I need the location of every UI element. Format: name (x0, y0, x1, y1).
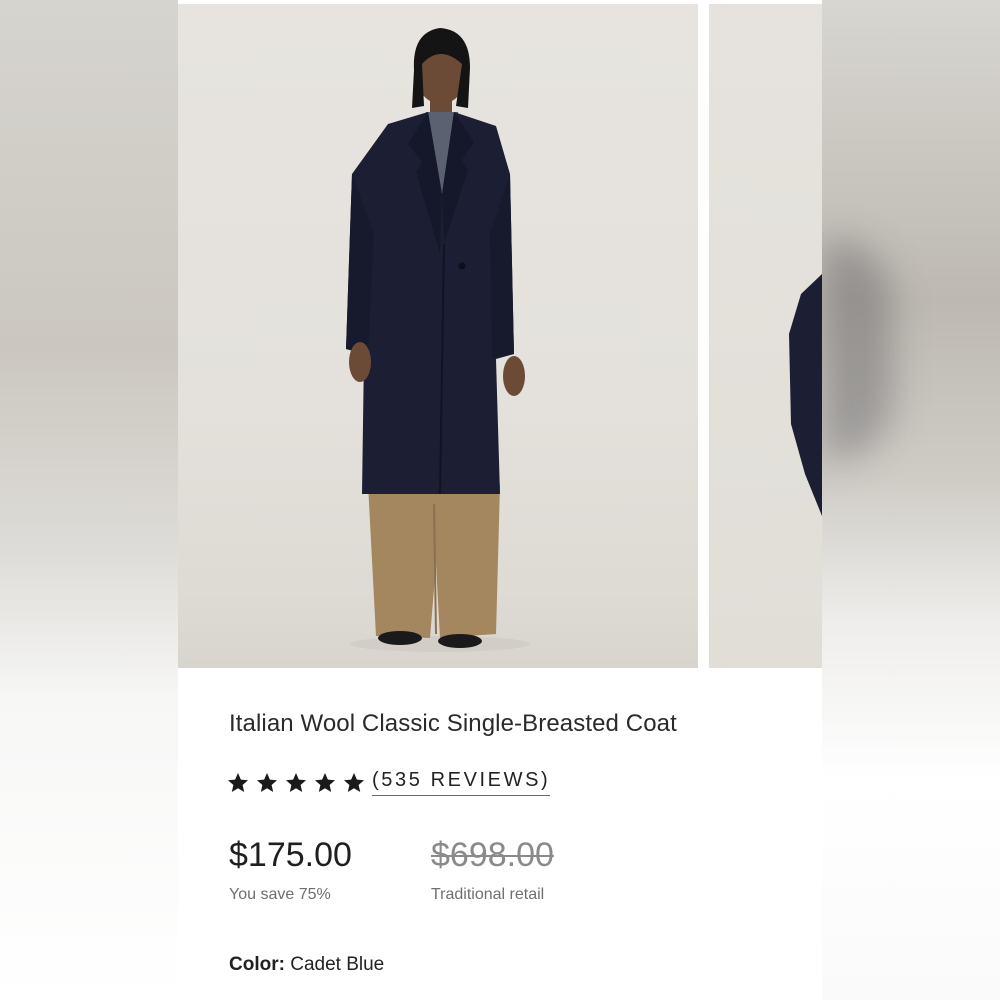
savings-text: You save 75% (229, 886, 331, 903)
blurred-background-left (0, 0, 178, 1000)
star-icon (286, 772, 306, 792)
star-rating (226, 771, 366, 795)
retail-label: Traditional retail (431, 886, 545, 903)
product-details: Italian Wool Classic Single-Breasted Coa… (178, 668, 822, 1000)
color-selection: Color: Cadet Blue (229, 954, 384, 976)
star-icon (228, 772, 248, 792)
product-image-carousel[interactable] (178, 0, 822, 668)
retail-price-block: $698.00 Traditional retail (431, 838, 554, 904)
coat-detail-image (789, 274, 822, 516)
rating-row: (535 REVIEWS) (226, 769, 551, 796)
retail-price: $698.00 (431, 836, 554, 874)
color-value: Cadet Blue (290, 954, 385, 975)
reviews-link[interactable]: (535 REVIEWS) (372, 769, 551, 796)
product-image-next[interactable] (709, 4, 822, 668)
product-page: Italian Wool Classic Single-Breasted Coa… (178, 0, 822, 1000)
color-label: Color: (229, 954, 285, 975)
star-icon (315, 772, 335, 792)
sale-price-block: $175.00 You save 75% (229, 838, 352, 904)
product-image-main[interactable] (178, 4, 698, 668)
model-wearing-coat-image (346, 28, 530, 652)
product-title: Italian Wool Classic Single-Breasted Coa… (229, 710, 677, 737)
blurred-background-right (822, 0, 1000, 1000)
star-icon (344, 772, 364, 792)
sale-price: $175.00 (229, 836, 352, 874)
star-icon (257, 772, 277, 792)
